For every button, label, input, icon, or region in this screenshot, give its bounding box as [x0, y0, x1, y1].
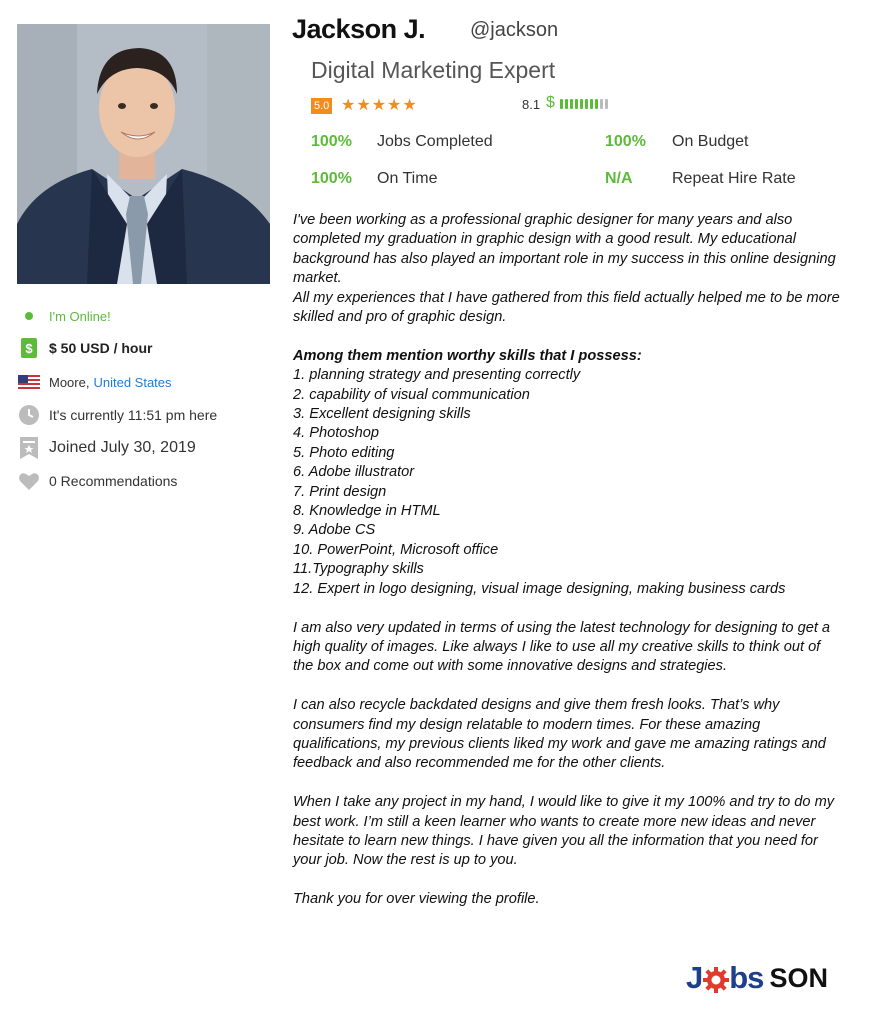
us-flag-icon: [17, 370, 41, 394]
bio-intro: I've been working as a professional grap…: [293, 212, 836, 287]
skills-list: 1. planning strategy and presenting corr…: [293, 366, 843, 599]
skills-heading: Among them mention worthy skills that I …: [293, 347, 642, 364]
score-bar-segment: [595, 99, 598, 109]
score-bar-segment: [560, 99, 563, 109]
svg-text:$: $: [25, 341, 33, 356]
bio-paragraph-project: When I take any project in my hand, I wo…: [293, 794, 835, 869]
stat-on-time-label: On Time: [377, 170, 438, 187]
skill-item: 5. Photo editing: [293, 444, 395, 461]
rating-badge: 5.0: [311, 98, 333, 114]
skill-item: 3. Excellent designing skills: [293, 406, 471, 423]
bio-intro-2: All my experiences that I have gathered …: [293, 289, 840, 326]
skill-item: 12. Expert in logo designing, visual ima…: [293, 580, 786, 597]
recommendations-text: 0 Recommendations: [49, 473, 178, 489]
stat-on-time-value: 100%: [311, 170, 352, 187]
location: Moore, United States: [17, 370, 172, 394]
profile-photo: [17, 24, 270, 284]
skill-item: 4. Photoshop: [293, 425, 380, 442]
local-time-text: It's currently 11:51 pm here: [49, 407, 218, 423]
skill-item: 7. Print design: [293, 483, 387, 500]
profile-bio: I've been working as a professional grap…: [293, 211, 843, 910]
joined-date: Joined July 30, 2019: [17, 436, 196, 460]
gear-icon: [703, 965, 730, 993]
bio-paragraph-technology: I am also very updated in terms of using…: [293, 619, 831, 675]
star-rating: ★★★★★: [341, 97, 418, 114]
bio-paragraph-recycle: I can also recycle backdated designs and…: [293, 697, 826, 772]
profile-handle: @jackson: [470, 19, 559, 41]
profile-photo-illustration: [17, 24, 270, 284]
stat-on-budget-label: On Budget: [672, 133, 749, 150]
stat-jobs-completed-label: Jobs Completed: [377, 133, 493, 150]
skill-item: 2. capability of visual communication: [293, 386, 530, 403]
score-bar-segment: [585, 99, 588, 109]
heart-icon: [17, 469, 41, 493]
skill-item: 11.Typography skills: [293, 561, 424, 578]
stat-jobs-completed-value: 100%: [311, 133, 352, 150]
local-time: It's currently 11:51 pm here: [17, 403, 217, 427]
score-bar-segment: [580, 99, 583, 109]
score-bar-segment: [605, 99, 608, 109]
hourly-rate: $ $ 50 USD / hour: [17, 336, 152, 360]
location-country-link[interactable]: United States: [93, 375, 171, 390]
logo-letter-j: J: [686, 960, 703, 995]
money-icon: $: [17, 336, 41, 360]
clock-icon: [17, 403, 41, 427]
profile-headline: Digital Marketing Expert: [311, 57, 556, 83]
calendar-badge-icon: [17, 436, 41, 460]
online-status: I'm Online!: [17, 304, 111, 328]
bio-thanks: Thank you for over viewing the profile.: [293, 891, 540, 908]
score-bar-segment: [570, 99, 573, 109]
joined-date-text: Joined July 30, 2019: [49, 439, 196, 456]
skill-item: 9. Adobe CS: [293, 522, 376, 539]
skill-item: 10. PowerPoint, Microsoft office: [293, 541, 499, 558]
logo-son: SON: [769, 962, 828, 993]
hourly-rate-text: $ 50 USD / hour: [49, 340, 153, 356]
location-city: Moore,: [49, 374, 90, 390]
score-bar-segment: [590, 99, 593, 109]
jobsson-logo: J bs SON: [686, 960, 828, 996]
online-status-text: I'm Online!: [49, 308, 111, 324]
earnings-score-bar: [560, 99, 608, 109]
logo-jobs: J bs: [686, 960, 764, 996]
online-dot-icon: [17, 304, 41, 328]
stat-on-budget-value: 100%: [605, 133, 646, 150]
skill-item: 6. Adobe illustrator: [293, 464, 415, 481]
skill-item: 8. Knowledge in HTML: [293, 503, 441, 520]
recommendations: 0 Recommendations: [17, 469, 177, 493]
logo-letters-bs: bs: [729, 960, 764, 995]
stat-repeat-hire-label: Repeat Hire Rate: [672, 170, 796, 187]
profile-name: Jackson J.: [292, 14, 426, 44]
score-bar-segment: [575, 99, 578, 109]
stat-repeat-hire-value: N/A: [605, 170, 633, 187]
score-bar-segment: [565, 99, 568, 109]
score-bar-segment: [600, 99, 603, 109]
skill-item: 1. planning strategy and presenting corr…: [293, 367, 581, 384]
earnings-score: 8.1: [522, 97, 541, 112]
dollar-icon: $: [546, 94, 555, 111]
